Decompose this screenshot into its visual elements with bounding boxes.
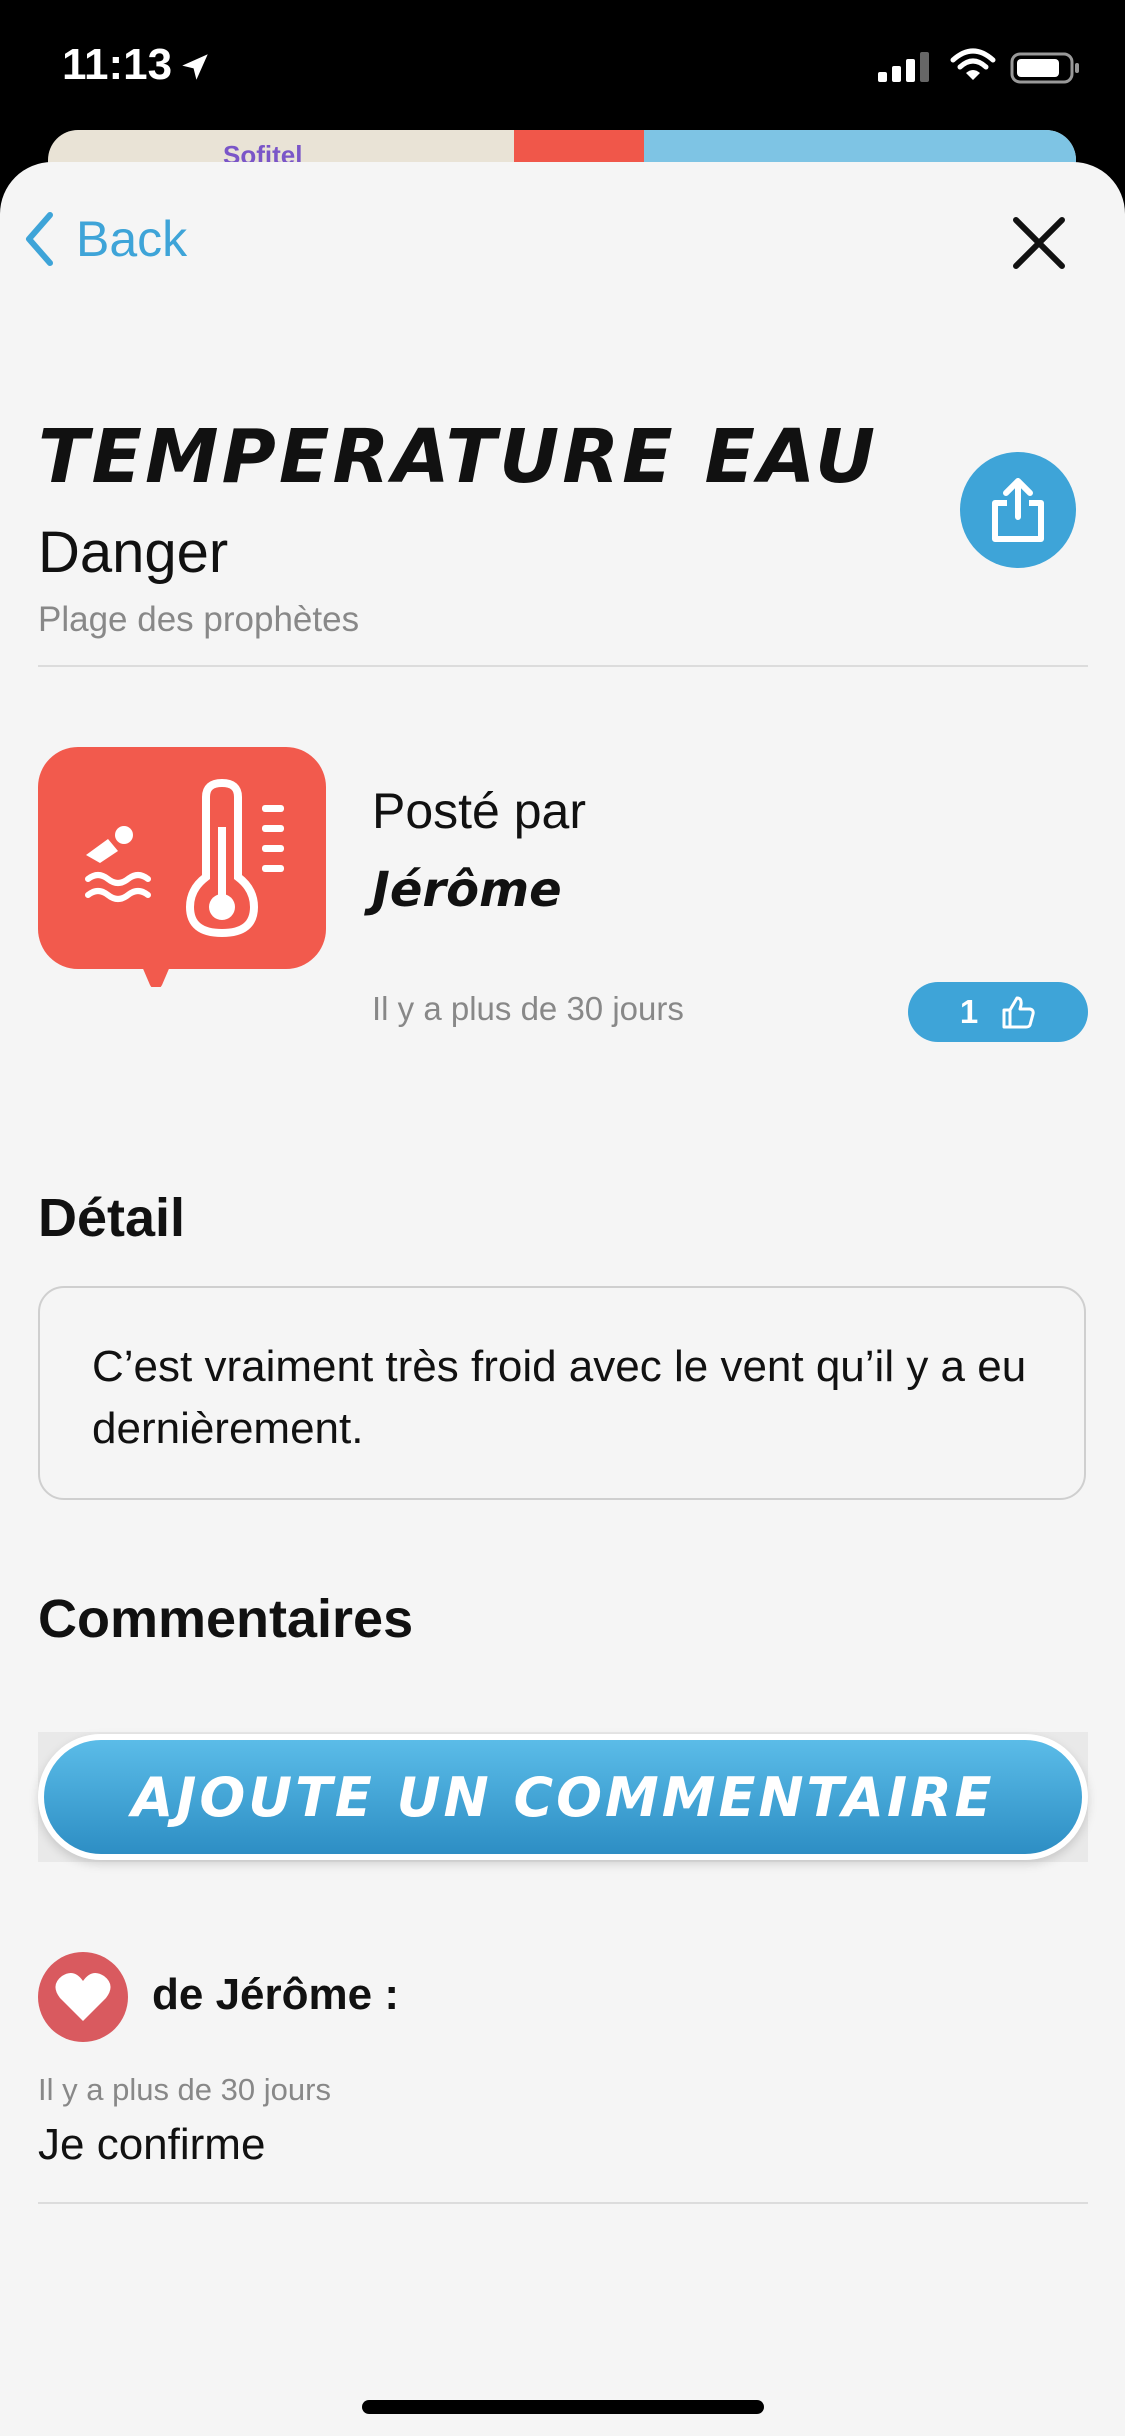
- report-place: Plage des prophètes: [38, 600, 360, 639]
- add-comment-button[interactable]: Ajoute un commentaire: [38, 1734, 1088, 1860]
- report-category: Danger: [38, 520, 229, 585]
- detail-text-box: C’est vraiment très froid avec le vent q…: [38, 1286, 1086, 1500]
- thumbs-up-icon: [1002, 996, 1035, 1029]
- posted-by-label: Posté par: [372, 783, 587, 839]
- share-button[interactable]: [960, 452, 1076, 568]
- report-date: Il y a plus de 30 jours: [372, 990, 684, 1027]
- detail-heading: Détail: [38, 1188, 186, 1248]
- battery-icon: [1010, 52, 1079, 84]
- chevron-left-icon: [26, 212, 53, 266]
- like-button[interactable]: 1: [908, 982, 1088, 1042]
- signal-icon: [878, 52, 929, 82]
- wifi-icon: [950, 48, 996, 80]
- report-sheet: Back Temperature eau Danger Plage des pr…: [0, 162, 1125, 2436]
- share-icon: [992, 478, 1044, 542]
- heart-icon: [55, 1972, 111, 2021]
- comment-date: Il y a plus de 30 jours: [38, 2072, 331, 2107]
- status-bar: 11:13: [0, 0, 1125, 130]
- home-indicator[interactable]: [362, 2400, 764, 2414]
- add-comment-container: Ajoute un commentaire: [38, 1732, 1088, 1862]
- back-button[interactable]: Back: [24, 210, 187, 268]
- header-divider: [38, 665, 1088, 667]
- comment-divider: [38, 2202, 1088, 2204]
- report-author: Jérôme: [372, 862, 562, 918]
- comment-author: de Jérôme :: [152, 1970, 399, 2019]
- back-label: Back: [76, 211, 188, 267]
- like-count: 1: [959, 993, 979, 1030]
- close-icon[interactable]: [1010, 214, 1068, 272]
- status-time: 11:13: [62, 40, 173, 89]
- avatar: [38, 1952, 128, 2042]
- location-arrow-icon: [182, 54, 208, 80]
- report-title: Temperature eau: [38, 414, 879, 500]
- comments-heading: Commentaires: [38, 1589, 414, 1649]
- report-marker-icon: [38, 747, 326, 987]
- comment-text: Je confirme: [38, 2120, 266, 2169]
